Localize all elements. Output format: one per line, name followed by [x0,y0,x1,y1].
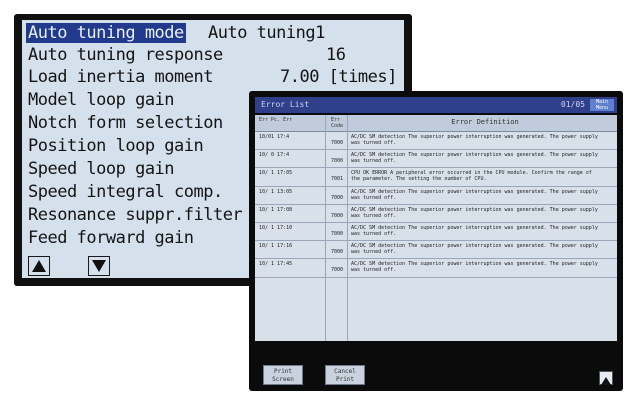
error-text: AC/DC SM detection The superior power in… [351,224,598,237]
error-row[interactable]: 10/ 1 17:45 7000 AC/DC SM detection The … [255,259,617,278]
print-screen-button[interactable]: Print Screen [263,365,303,385]
tuning-row-speed-gain[interactable]: Speed loop gain [28,158,175,180]
error-datetime: 10/ 1 17:05 [259,170,293,177]
error-datetime: 10/ 0 17:4 [259,152,290,159]
page-indicator: 01/05 [560,100,585,109]
error-row[interactable]: 10/ 1 17:16 7000 AC/DC SM detection The … [255,241,617,260]
error-datetime: 10/ 1 13:05 [259,188,293,195]
error-list-window: Error List 01/05 Main Menu Err Pc. Err E… [249,91,623,391]
error-code: 7001 [331,176,344,183]
error-list-titlebar: Error List 01/05 Main Menu [255,97,617,113]
error-code: 7000 [331,230,344,237]
error-text: AC/DC SM detection The superior power in… [351,243,598,256]
tuning-row-inertia[interactable]: Load inertia moment 7.00 [times] [28,66,397,88]
error-row[interactable]: 10/ 1 17:05 7001 CPU OK ERROR A peripher… [255,168,617,187]
error-row[interactable]: 10/01 17:4 7000 AC/DC SM detection The s… [255,132,617,151]
error-code: 7000 [331,249,344,256]
cancel-print-button[interactable]: Cancel Print [325,365,365,385]
tuning-label-resonance: Resonance suppr.filter [28,205,243,225]
error-text: AC/DC SM detection The superior power in… [351,152,598,165]
error-list-footer: Print Screen Cancel Print [255,343,617,389]
error-text: AC/DC SM detection The superior power in… [351,134,598,146]
tuning-row-position-gain[interactable]: Position loop gain [28,135,204,157]
error-text: AC/DC SM detection The superior power in… [351,206,598,219]
error-text: AC/DC SM detection The superior power in… [351,188,598,201]
tuning-label-speed-integral: Speed integral comp. [28,182,223,202]
tuning-label-inertia: Load inertia moment [28,67,213,87]
error-code: 7000 [331,194,344,201]
tuning-row-resonance[interactable]: Resonance suppr.filter [28,204,243,226]
header-definition: Error Definition [451,118,519,126]
tuning-label-position-gain: Position loop gain [28,136,204,156]
tuning-label-speed-gain: Speed loop gain [28,159,175,179]
up-arrow-icon [32,260,46,272]
error-datetime: 10/ 1 17:45 [259,261,293,268]
tuning-label-feed-forward: Feed forward gain [28,228,194,248]
scroll-up-button[interactable] [599,371,613,385]
error-code: 7000 [331,140,344,146]
error-datetime: 10/ 1 17:08 [259,206,293,213]
tuning-value-inertia: 7.00 [times] [280,67,397,87]
header-time: Err Pc. Err [259,117,293,123]
error-table-header: Err Pc. Err Err Code Error Definition [255,115,617,132]
tuning-row-feed-forward[interactable]: Feed forward gain [28,227,194,249]
error-list-title: Error List [261,100,310,109]
error-row[interactable]: 10/ 0 17:4 7000 AC/DC SM detection The s… [255,150,617,169]
tuning-row-mode[interactable]: Auto tuning mode Auto tuning1 [26,22,325,44]
error-row[interactable]: 10/ 1 17:08 7000 AC/DC SM detection The … [255,205,617,223]
up-arrow-icon [601,377,611,385]
error-code: 7000 [331,158,344,165]
error-code: 7000 [331,267,344,274]
tuning-row-notch[interactable]: Notch form selection [28,112,223,134]
error-rows: 10/01 17:4 7000 AC/DC SM detection The s… [255,132,617,278]
error-table: Err Pc. Err Err Code Error Definition 10… [255,115,617,341]
error-datetime: 10/ 1 17:16 [259,243,293,250]
tuning-label-notch: Notch form selection [28,113,223,133]
tuning-value-mode: Auto tuning1 [208,23,325,43]
tuning-label-response: Auto tuning response [28,45,223,65]
tuning-row-model-gain[interactable]: Model loop gain [28,89,175,111]
error-code: 7000 [331,212,344,219]
tuning-value-response: 16 [326,45,346,65]
error-row[interactable]: 10/ 1 13:05 7000 AC/DC SM detection The … [255,187,617,205]
header-code: Err Code [331,117,344,129]
scroll-down-button[interactable] [88,256,110,276]
tuning-row-speed-integral[interactable]: Speed integral comp. [28,181,223,203]
scroll-up-button[interactable] [28,256,50,276]
tuning-row-response[interactable]: Auto tuning response 16 [28,44,346,66]
error-text: CPU OK ERROR A peripheral error occurred… [351,170,592,183]
error-datetime: 10/01 17:4 [259,134,290,140]
error-row[interactable]: 10/ 1 17:10 7000 AC/DC SM detection The … [255,223,617,242]
error-datetime: 10/ 1 17:10 [259,224,293,231]
tuning-label-mode[interactable]: Auto tuning mode [26,23,186,43]
error-text: AC/DC SM detection The superior power in… [351,261,598,274]
down-arrow-icon [92,260,106,272]
main-menu-button[interactable]: Main Menu [590,99,614,111]
tuning-label-model-gain: Model loop gain [28,90,175,110]
